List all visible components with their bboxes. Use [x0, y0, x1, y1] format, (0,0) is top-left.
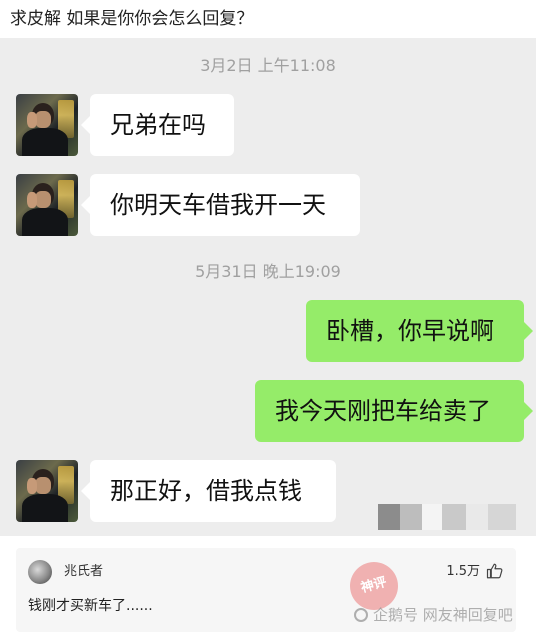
sender-avatar[interactable] — [16, 174, 78, 236]
thumb-up-icon[interactable] — [486, 562, 504, 580]
timestamp: 3月2日 上午11:08 — [200, 56, 336, 75]
commenter-avatar[interactable] — [28, 560, 52, 584]
message-bubble-incoming[interactable]: 你明天车借我开一天 — [81, 174, 360, 236]
watermark: 企鹅号 网友神回复吧 — [354, 603, 513, 627]
message-bubble-incoming[interactable]: 那正好，借我点钱 — [81, 460, 336, 522]
post-title: 求皮解 如果是你你会怎么回复？ — [10, 9, 254, 29]
sender-avatar[interactable] — [16, 94, 78, 156]
like-count: 1.5万 — [446, 564, 480, 579]
message-bubble-incoming[interactable]: 兄弟在吗 — [81, 94, 234, 156]
timestamp: 5月31日 晚上19:09 — [195, 262, 341, 281]
penguin-logo-icon — [354, 608, 368, 622]
message-bubble-outgoing[interactable]: 我今天刚把车给卖了 — [255, 380, 533, 442]
sender-avatar[interactable] — [16, 460, 78, 522]
commenter-name[interactable]: 兆氏者 — [64, 562, 103, 582]
chat-screenshot: 3月2日 上午11:08 兄弟在吗 你明天车借我开一天 5月31日 晚上19:0… — [0, 38, 536, 536]
comment-text: 钱刚才买新车了...... — [28, 598, 153, 614]
watermark-text: 企鹅号 网友神回复吧 — [373, 606, 513, 624]
message-bubble-outgoing[interactable]: 卧槽，你早说啊 — [306, 300, 533, 362]
